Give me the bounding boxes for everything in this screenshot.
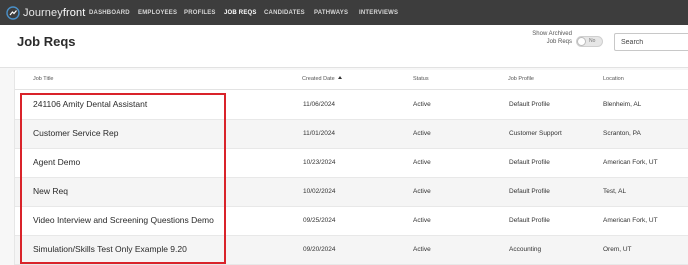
nav-item-pathways[interactable]: PATHWAYS [314, 0, 348, 25]
table-row[interactable]: Agent Demo 10/23/2024 Active Default Pro… [15, 149, 688, 178]
table-row[interactable]: Simulation/Skills Test Only Example 9.20… [15, 236, 688, 265]
journeyfront-logo-icon [6, 5, 20, 20]
nav-item-job-reqs[interactable]: JOB REQS [224, 0, 257, 25]
job-title-cell[interactable]: 241106 Amity Dental Assistant [33, 99, 147, 109]
created-date-cell: 11/01/2024 [303, 130, 336, 137]
status-cell: Active [413, 130, 431, 137]
location-cell: Test, AL [603, 188, 627, 195]
job-reqs-table: Job Title Created Date Status Job Profil… [14, 70, 688, 265]
page-header: Job Reqs Show Archived Job Reqs No [0, 25, 688, 67]
job-profile-cell: Customer Support [509, 130, 562, 137]
table-row[interactable]: 241106 Amity Dental Assistant 11/06/2024… [15, 91, 688, 120]
status-cell: Active [413, 217, 431, 224]
toggle-knob [577, 37, 586, 46]
brand-name: Journeyfront [23, 6, 86, 19]
status-cell: Active [413, 159, 431, 166]
created-date-cell: 09/20/2024 [303, 246, 336, 253]
job-profile-cell: Default Profile [509, 159, 550, 166]
app-logo[interactable]: Journeyfront [0, 0, 86, 25]
location-cell: American Fork, UT [603, 217, 658, 224]
column-header-job-profile[interactable]: Job Profile [508, 76, 534, 82]
column-header-status[interactable]: Status [413, 76, 429, 82]
location-cell: Scranton, PA [603, 130, 641, 137]
column-header-created-date[interactable]: Created Date [302, 76, 342, 82]
show-archived-label: Show Archived Job Reqs [532, 31, 572, 45]
nav-item-interviews[interactable]: INTERVIEWS [359, 0, 398, 25]
nav-item-candidates[interactable]: CANDIDATES [264, 0, 305, 25]
top-navigation-bar: Journeyfront DASHBOARD EMPLOYEES PROFILE… [0, 0, 688, 25]
toggle-state-text: No [589, 38, 596, 44]
sort-ascending-icon [337, 76, 342, 79]
search-input[interactable] [614, 33, 688, 51]
location-cell: Blenheim, AL [603, 101, 642, 108]
job-title-cell[interactable]: New Req [33, 186, 68, 196]
job-title-cell[interactable]: Agent Demo [33, 157, 80, 167]
nav-item-profiles[interactable]: PROFILES [184, 0, 216, 25]
nav-item-dashboard[interactable]: DASHBOARD [89, 0, 130, 25]
location-cell: Orem, UT [603, 246, 632, 253]
nav-item-employees[interactable]: EMPLOYEES [138, 0, 177, 25]
created-date-cell: 09/25/2024 [303, 217, 336, 224]
job-title-cell[interactable]: Video Interview and Screening Questions … [33, 215, 214, 225]
created-date-cell: 11/06/2024 [303, 101, 336, 108]
table-row[interactable]: Customer Service Rep 11/01/2024 Active C… [15, 120, 688, 149]
job-profile-cell: Default Profile [509, 188, 550, 195]
table-header: Job Title Created Date Status Job Profil… [15, 70, 688, 90]
status-cell: Active [413, 101, 431, 108]
show-archived-toggle[interactable]: No [576, 36, 603, 47]
table-row[interactable]: Video Interview and Screening Questions … [15, 207, 688, 236]
status-cell: Active [413, 246, 431, 253]
column-header-location[interactable]: Location [603, 76, 624, 82]
created-date-cell: 10/02/2024 [303, 188, 336, 195]
page-title: Job Reqs [17, 34, 76, 49]
column-header-job-title[interactable]: Job Title [33, 76, 53, 82]
table-row[interactable]: New Req 10/02/2024 Active Default Profil… [15, 178, 688, 207]
job-profile-cell: Default Profile [509, 217, 550, 224]
location-cell: American Fork, UT [603, 159, 658, 166]
job-title-cell[interactable]: Customer Service Rep [33, 128, 119, 138]
status-cell: Active [413, 188, 431, 195]
created-date-cell: 10/23/2024 [303, 159, 336, 166]
job-title-cell[interactable]: Simulation/Skills Test Only Example 9.20 [33, 244, 187, 254]
job-profile-cell: Accounting [509, 246, 542, 253]
job-profile-cell: Default Profile [509, 101, 550, 108]
